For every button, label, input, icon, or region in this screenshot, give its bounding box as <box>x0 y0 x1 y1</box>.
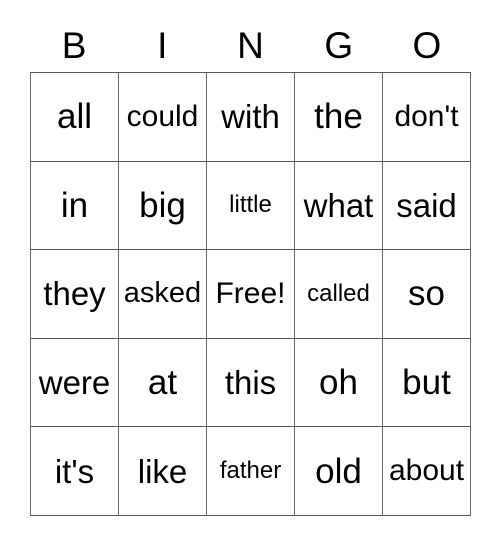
bingo-cell-i2[interactable]: big <box>119 161 207 251</box>
bingo-cell-label: oh <box>319 363 358 403</box>
bingo-cell-b5[interactable]: it's <box>31 427 119 516</box>
bingo-cell-label: it's <box>54 452 95 490</box>
bingo-grid: all could with the don't in big little w… <box>30 72 471 516</box>
bingo-cell-label: were <box>38 364 111 402</box>
bingo-cell-g5[interactable]: old <box>295 427 383 516</box>
bingo-cell-label: what <box>303 186 374 224</box>
bingo-grid-row: were at this oh but <box>31 338 471 428</box>
bingo-cell-o5[interactable]: about <box>383 427 471 516</box>
bingo-cell-o4[interactable]: but <box>383 338 471 428</box>
bingo-cell-n2[interactable]: little <box>207 161 295 251</box>
bingo-grid-row: all could with the don't <box>31 73 471 162</box>
bingo-header-letter-o: O <box>412 24 442 66</box>
bingo-cell-g4[interactable]: oh <box>295 338 383 428</box>
bingo-header-letter-i: I <box>157 24 168 66</box>
bingo-cell-label: they <box>43 275 106 313</box>
bingo-cell-label: in <box>60 185 89 225</box>
bingo-cell-i5[interactable]: like <box>119 427 207 516</box>
bingo-cell-b1[interactable]: all <box>31 73 119 162</box>
bingo-grid-row: in big little what said <box>31 161 471 251</box>
bingo-cell-label: little <box>229 191 272 219</box>
bingo-cell-i1[interactable]: could <box>119 73 207 162</box>
bingo-cell-label: called <box>307 279 370 307</box>
bingo-cell-label: asked <box>123 277 202 310</box>
bingo-cell-b2[interactable]: in <box>31 161 119 251</box>
bingo-cell-label: big <box>139 185 186 225</box>
bingo-cell-n4[interactable]: this <box>207 338 295 428</box>
bingo-cell-label: father <box>219 457 282 485</box>
bingo-cell-g2[interactable]: what <box>295 161 383 251</box>
bingo-cell-n1[interactable]: with <box>207 73 295 162</box>
bingo-cell-label: with <box>221 98 280 136</box>
bingo-grid-row: it's like father old about <box>31 427 471 516</box>
bingo-cell-label: at <box>147 363 178 403</box>
bingo-cell-i4[interactable]: at <box>119 338 207 428</box>
bingo-cell-label: like <box>137 452 188 490</box>
bingo-header-letter-n: N <box>237 24 264 66</box>
bingo-free-space-label: Free! <box>215 276 286 310</box>
bingo-cell-o3[interactable]: so <box>383 250 471 339</box>
bingo-cell-label: about <box>388 454 465 488</box>
bingo-cell-label: could <box>126 99 199 133</box>
bingo-cell-label: this <box>224 364 277 402</box>
bingo-cell-b3[interactable]: they <box>31 250 119 339</box>
bingo-grid-row: they asked Free! called so <box>31 250 471 339</box>
bingo-cell-b4[interactable]: were <box>31 338 119 428</box>
bingo-cell-g1[interactable]: the <box>295 73 383 162</box>
bingo-cell-label: said <box>396 186 457 224</box>
bingo-card: B I N G O all could with the don't in bi… <box>0 0 500 544</box>
bingo-header-row: B I N G O <box>30 18 471 72</box>
bingo-cell-o1[interactable]: don't <box>383 73 471 162</box>
bingo-cell-n5[interactable]: father <box>207 427 295 516</box>
bingo-cell-label: so <box>408 274 445 314</box>
bingo-cell-label: but <box>402 363 451 403</box>
bingo-cell-i3[interactable]: asked <box>119 250 207 339</box>
bingo-header-letter-b: B <box>61 24 87 66</box>
bingo-cell-g3[interactable]: called <box>295 250 383 339</box>
bingo-cell-label: the <box>314 97 363 137</box>
bingo-cell-label: all <box>56 97 93 137</box>
bingo-header-letter-g: G <box>324 24 354 66</box>
bingo-cell-label: don't <box>394 99 459 133</box>
bingo-cell-free-space[interactable]: Free! <box>207 250 295 339</box>
bingo-cell-o2[interactable]: said <box>383 161 471 251</box>
bingo-cell-label: old <box>315 451 362 491</box>
